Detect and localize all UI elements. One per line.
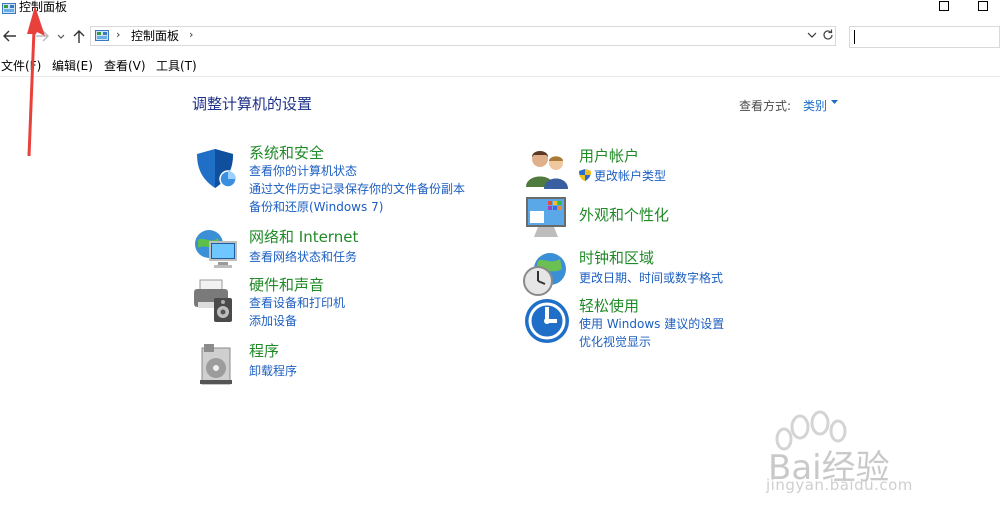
address-history-button[interactable]: [807, 28, 817, 45]
title-bar: 控制面板: [0, 0, 1000, 24]
arrow-left-icon: [3, 30, 16, 42]
network-globe-icon[interactable]: [192, 226, 240, 274]
close-icon: [978, 1, 988, 11]
ease-of-access-icon[interactable]: [523, 297, 571, 345]
category-system-security[interactable]: 系统和安全: [249, 144, 324, 162]
address-bar[interactable]: › 控制面板 ›: [90, 26, 836, 46]
programs-box-icon[interactable]: [196, 340, 244, 388]
link-optimize-visual-display[interactable]: 优化视觉显示: [579, 335, 651, 349]
link-recommended-settings[interactable]: 使用 Windows 建议的设置: [579, 317, 724, 331]
close-button[interactable]: [976, 0, 990, 14]
category-programs[interactable]: 程序: [249, 342, 279, 360]
chevron-down-icon: [57, 34, 65, 39]
view-by-dropdown[interactable]: 类别: [803, 97, 827, 114]
divider: [0, 76, 1000, 77]
link-backup-restore[interactable]: 备份和还原(Windows 7): [249, 200, 383, 214]
users-icon[interactable]: [524, 145, 572, 193]
view-by-label: 查看方式:: [739, 99, 792, 113]
control-panel-icon: [2, 3, 16, 14]
shield-icon[interactable]: [193, 145, 241, 193]
category-ease-of-access[interactable]: 轻松使用: [579, 297, 639, 315]
annotation-arrow-icon: [27, 6, 45, 157]
category-appearance[interactable]: 外观和个性化: [579, 206, 669, 224]
menu-edit[interactable]: 编辑(E): [52, 58, 93, 74]
link-change-date-time-format[interactable]: 更改日期、时间或数字格式: [579, 271, 723, 285]
breadcrumb-separator[interactable]: ›: [189, 28, 193, 41]
link-devices-printers[interactable]: 查看设备和打印机: [249, 296, 345, 310]
link-change-account-type[interactable]: 更改帐户类型: [594, 169, 666, 183]
printer-speaker-icon[interactable]: [192, 276, 240, 324]
category-network-internet[interactable]: 网络和 Internet: [249, 228, 358, 246]
maximize-icon: [939, 1, 949, 11]
link-view-computer-status[interactable]: 查看你的计算机状态: [249, 164, 357, 178]
menu-view[interactable]: 查看(V): [104, 58, 146, 74]
chevron-down-icon: [807, 32, 817, 38]
recent-locations-button[interactable]: [56, 28, 66, 46]
appearance-monitor-icon[interactable]: [524, 193, 572, 241]
breadcrumb-control-panel[interactable]: 控制面板: [131, 28, 179, 44]
link-uninstall-program[interactable]: 卸载程序: [249, 364, 297, 378]
clock-globe-icon[interactable]: [522, 249, 570, 297]
back-button[interactable]: [2, 28, 18, 46]
arrow-up-icon: [73, 30, 85, 43]
text-caret: [854, 30, 855, 44]
link-add-device[interactable]: 添加设备: [249, 314, 297, 328]
category-user-accounts[interactable]: 用户帐户: [579, 147, 639, 165]
dropdown-caret-icon[interactable]: [830, 98, 839, 110]
menu-tools[interactable]: 工具(T): [156, 58, 197, 74]
maximize-button[interactable]: [938, 0, 950, 14]
category-clock-region[interactable]: 时钟和区域: [579, 249, 654, 267]
link-file-history-backup[interactable]: 通过文件历史记录保存你的文件备份副本: [249, 182, 465, 196]
link-network-status[interactable]: 查看网络状态和任务: [249, 250, 357, 264]
watermark-url: jingyan.baidu.com: [766, 476, 913, 494]
search-input[interactable]: [849, 26, 1000, 48]
page-title: 调整计算机的设置: [192, 95, 313, 113]
control-panel-icon: [95, 30, 109, 41]
breadcrumb-separator[interactable]: ›: [116, 28, 120, 41]
menu-bar: 文件(F) 编辑(E) 查看(V) 工具(T): [0, 58, 1000, 76]
category-hardware-sound[interactable]: 硬件和声音: [249, 276, 324, 294]
refresh-button[interactable]: [822, 28, 834, 45]
uac-shield-icon: [579, 169, 591, 181]
refresh-icon: [823, 29, 833, 40]
up-button[interactable]: [72, 28, 86, 46]
